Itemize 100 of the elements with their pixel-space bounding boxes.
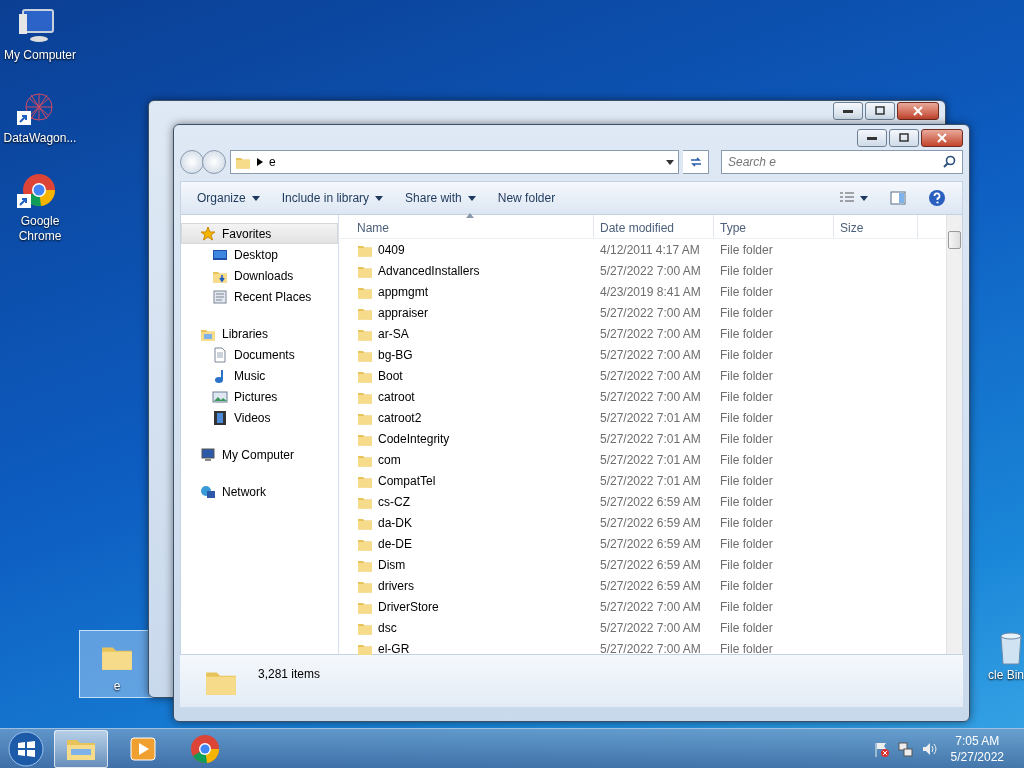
start-button[interactable] bbox=[6, 729, 46, 768]
document-list-icon bbox=[212, 288, 228, 305]
column-header[interactable]: Type bbox=[714, 215, 834, 238]
file-name[interactable]: catroot bbox=[378, 387, 415, 406]
maximize-button[interactable] bbox=[889, 129, 919, 147]
date-cell-text: 5/27/2022 7:00 AM bbox=[599, 304, 702, 322]
date-cell-text: 5/27/2022 7:00 AM bbox=[599, 619, 702, 637]
nav-item[interactable]: Documents bbox=[181, 344, 338, 365]
toolbar-button[interactable]: Organize bbox=[189, 186, 268, 210]
search-field[interactable]: Search e bbox=[721, 150, 963, 174]
type-cell-text: File folder bbox=[719, 472, 774, 490]
toolbar-button[interactable]: New folder bbox=[489, 186, 564, 210]
nav-item[interactable]: Libraries bbox=[181, 323, 338, 344]
icon-label: cle Bin bbox=[986, 668, 1024, 683]
minimize-icon bbox=[843, 109, 853, 113]
nav-item[interactable]: Pictures bbox=[181, 386, 338, 407]
type-cell-text: File folder bbox=[719, 346, 774, 364]
file-name[interactable]: el-GR bbox=[378, 639, 410, 658]
type-cell-text: File folder bbox=[719, 367, 774, 385]
file-name[interactable]: CompatTel bbox=[378, 471, 436, 490]
document-icon bbox=[212, 346, 228, 363]
date-cell-text: 5/27/2022 6:59 AM bbox=[599, 514, 702, 532]
recycle-bin-icon bbox=[998, 632, 1024, 666]
type-cell-text: File folder bbox=[719, 241, 774, 259]
type-cell-text: File folder bbox=[719, 430, 774, 448]
type-cell-text: File folder bbox=[719, 409, 774, 427]
nav-item[interactable]: Network bbox=[181, 481, 338, 502]
file-name[interactable]: CodeIntegrity bbox=[378, 429, 450, 448]
clock-time: 7:05 AM bbox=[954, 732, 1001, 749]
file-name[interactable]: de-DE bbox=[378, 534, 412, 553]
address-bar[interactable]: e bbox=[230, 150, 679, 174]
nav-item[interactable]: Favorites bbox=[181, 223, 338, 244]
chevron-icon bbox=[257, 158, 263, 166]
clock[interactable]: 7:05 AM 5/27/2022 bbox=[950, 732, 1004, 765]
date-cell-text: 5/27/2022 7:01 AM bbox=[599, 430, 702, 448]
refresh-button[interactable] bbox=[683, 150, 709, 174]
close-button[interactable] bbox=[897, 102, 939, 120]
nav-item[interactable]: Desktop bbox=[181, 244, 338, 265]
sort-arrow-icon bbox=[466, 213, 474, 218]
dropdown-arrow-icon bbox=[251, 195, 260, 201]
nav-item[interactable]: Downloads bbox=[181, 265, 338, 286]
network-icon[interactable] bbox=[896, 740, 913, 757]
nav-item[interactable]: My Computer bbox=[181, 444, 338, 465]
type-cell-text: File folder bbox=[719, 493, 774, 511]
date-cell-text: 5/27/2022 7:01 AM bbox=[599, 409, 702, 427]
type-cell-text: File folder bbox=[719, 451, 774, 469]
nav-item[interactable]: Recent Places bbox=[181, 286, 338, 307]
maximize-button[interactable] bbox=[865, 102, 895, 120]
file-name[interactable]: drivers bbox=[378, 576, 414, 595]
arrows-icon bbox=[688, 155, 703, 169]
date-cell-text: 5/27/2022 7:00 AM bbox=[599, 346, 702, 364]
type-cell-text: File folder bbox=[719, 619, 774, 637]
icon-label: DataWagon... bbox=[2, 131, 78, 146]
toolbar-button[interactable]: Share with bbox=[397, 186, 484, 210]
pane-icon bbox=[890, 191, 906, 205]
date-cell-text: 5/27/2022 7:00 AM bbox=[599, 325, 702, 343]
breadcrumb-item[interactable]: e bbox=[269, 153, 276, 171]
search-icon bbox=[943, 155, 956, 168]
type-cell-text: File folder bbox=[719, 514, 774, 532]
file-name[interactable]: 0409 bbox=[378, 240, 405, 259]
file-name[interactable]: ar-SA bbox=[378, 324, 409, 343]
maximize-icon bbox=[898, 132, 910, 144]
close-icon bbox=[936, 132, 948, 144]
taskbar-button[interactable] bbox=[54, 729, 108, 768]
column-header[interactable]: Name bbox=[339, 215, 594, 238]
file-name[interactable]: da-DK bbox=[378, 513, 412, 532]
dropdown-arrow-icon bbox=[375, 195, 384, 201]
date-cell-text: 5/27/2022 7:01 AM bbox=[599, 472, 702, 490]
type-cell-text: File folder bbox=[719, 325, 774, 343]
type-cell-text: File folder bbox=[719, 304, 774, 322]
file-name[interactable]: appmgmt bbox=[378, 282, 429, 301]
film-icon bbox=[212, 409, 228, 426]
date-cell-text: 5/27/2022 7:00 AM bbox=[599, 388, 702, 406]
minimize-button[interactable] bbox=[857, 129, 887, 147]
item-count: 3,281 items bbox=[258, 666, 321, 683]
date-cell-text: 5/27/2022 7:00 AM bbox=[599, 367, 702, 385]
icon-label: Google Chrome bbox=[17, 214, 63, 244]
file-name[interactable]: bg-BG bbox=[378, 345, 413, 364]
nav-item[interactable]: Videos bbox=[181, 407, 338, 428]
nav-item[interactable]: Music bbox=[181, 365, 338, 386]
toolbar-button[interactable]: Include in library bbox=[273, 186, 392, 210]
flag-icon[interactable] bbox=[872, 740, 889, 757]
type-cell-text: File folder bbox=[719, 556, 774, 574]
file-name[interactable]: Boot bbox=[378, 366, 403, 385]
dropdown-arrow-icon bbox=[467, 195, 476, 201]
icon-label: e bbox=[112, 679, 122, 694]
file-name[interactable]: Dism bbox=[378, 555, 406, 574]
file-name[interactable]: AdvancedInstallers bbox=[378, 261, 480, 280]
file-name[interactable]: appraiser bbox=[378, 303, 429, 322]
file-name[interactable]: com bbox=[378, 450, 401, 469]
close-button[interactable] bbox=[921, 129, 963, 147]
dropdown-arrow-icon bbox=[666, 159, 674, 166]
minimize-button[interactable] bbox=[833, 102, 863, 120]
file-name[interactable]: dsc bbox=[378, 618, 397, 637]
column-header[interactable]: Size bbox=[834, 215, 918, 238]
file-name[interactable]: cs-CZ bbox=[378, 492, 410, 511]
file-name[interactable]: DriverStore bbox=[378, 597, 439, 616]
column-header[interactable]: Date modified bbox=[594, 215, 714, 238]
scrollbar[interactable] bbox=[946, 215, 962, 654]
file-name[interactable]: catroot2 bbox=[378, 408, 422, 427]
